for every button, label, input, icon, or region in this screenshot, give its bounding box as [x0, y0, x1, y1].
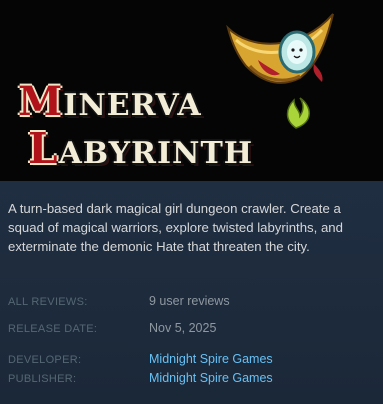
green-flame-emblem — [286, 97, 310, 129]
title-line-2: LABYRINTH — [28, 124, 253, 173]
publisher-label: PUBLISHER: — [8, 373, 77, 385]
game-summary-panel: MINERVA LABYRINTH A turn-based dark magi… — [0, 0, 383, 404]
all-reviews-value[interactable]: 9 user reviews — [149, 294, 230, 308]
title-line-1: MINERVA — [18, 78, 202, 125]
header-capsule-image[interactable]: MINERVA LABYRINTH — [0, 0, 383, 181]
developer-label: DEVELOPER: — [8, 354, 82, 366]
all-reviews-label: ALL REVIEWS: — [8, 296, 88, 308]
tiara-emblem — [226, 13, 334, 84]
release-date-value: Nov 5, 2025 — [149, 321, 217, 335]
title-line-1-rest: INERVA — [63, 88, 202, 123]
title-line-2-initial: L — [28, 124, 59, 173]
release-date-label: RELEASE DATE: — [8, 323, 98, 335]
title-line-2-rest: ABYRINTH — [58, 136, 254, 171]
title-line-1-initial: M — [18, 78, 64, 125]
game-description: A turn-based dark magical girl dungeon c… — [8, 201, 343, 254]
publisher-link[interactable]: Midnight Spire Games — [149, 371, 273, 385]
developer-link[interactable]: Midnight Spire Games — [149, 352, 273, 366]
